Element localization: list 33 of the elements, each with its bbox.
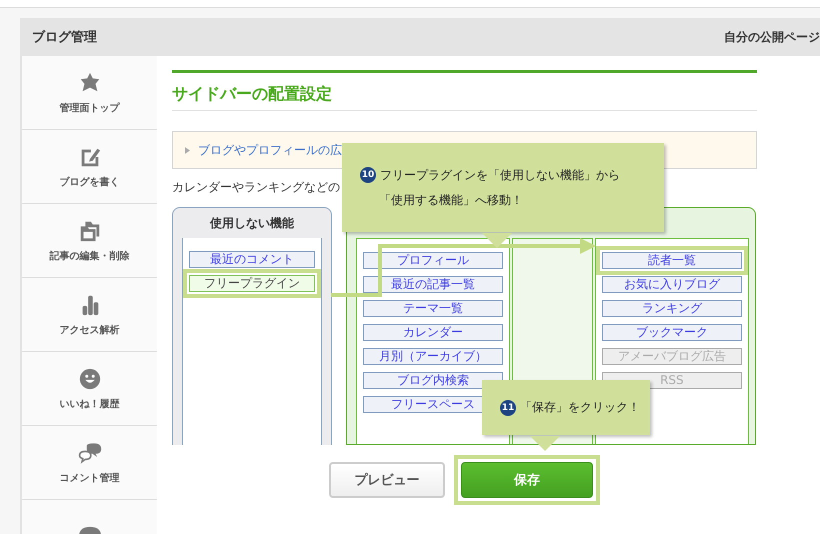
feature-item[interactable]: カレンダー <box>363 324 504 341</box>
feature-item[interactable]: 月別（アーカイブ） <box>363 348 504 365</box>
panel-title: ブログ管理 <box>32 28 97 46</box>
chat-bubbles-icon <box>78 440 102 464</box>
sidebar-label: 管理面トップ <box>60 101 120 114</box>
feature-item[interactable]: ブログ内検索 <box>363 372 504 389</box>
feature-item[interactable]: 最近のコメント <box>189 251 315 268</box>
feature-item[interactable]: 最近の記事一覧 <box>363 276 504 293</box>
feature-item[interactable]: ブックマーク <box>602 324 742 341</box>
callout-text: フリープラグインを「使用しない機能」から <box>380 166 620 184</box>
step-number: 10 <box>360 167 376 183</box>
callout-text: 「使用する機能」へ移動！ <box>379 192 523 208</box>
feature-item[interactable]: お気に入りブログ <box>602 276 742 293</box>
description-text: カレンダーやランキングなどの <box>172 179 341 196</box>
callout-text: 「保存」をクリック！ <box>520 399 640 416</box>
feature-item[interactable]: テーマ一覧 <box>363 300 504 317</box>
preview-button[interactable]: プレビュー <box>329 462 445 498</box>
sidebar-label: 記事の編集・削除 <box>50 250 130 262</box>
feature-item[interactable]: ランキング <box>602 300 742 317</box>
page-title: サイドバーの配置設定 <box>172 83 333 105</box>
bullet-icon <box>185 146 190 154</box>
step-number: 11 <box>500 400 516 416</box>
sidebar-label: ブログを書く <box>60 176 120 188</box>
panel-heading: 使用しない機能 <box>210 214 294 232</box>
notice-link[interactable]: ブログやプロフィールの広 <box>198 142 342 158</box>
smiley-icon <box>78 366 102 390</box>
feature-item[interactable]: プロフィール <box>363 252 504 269</box>
sidebar-label: コメント管理 <box>60 472 120 484</box>
sidebar-label: アクセス解析 <box>60 324 120 336</box>
public-page-link[interactable]: 自分の公開ページ <box>724 28 820 46</box>
sidebar-label: いいね！履歴 <box>60 398 120 410</box>
feature-item[interactable]: フリープラグイン <box>189 275 315 292</box>
feature-item[interactable]: 読者一覧 <box>602 252 742 269</box>
